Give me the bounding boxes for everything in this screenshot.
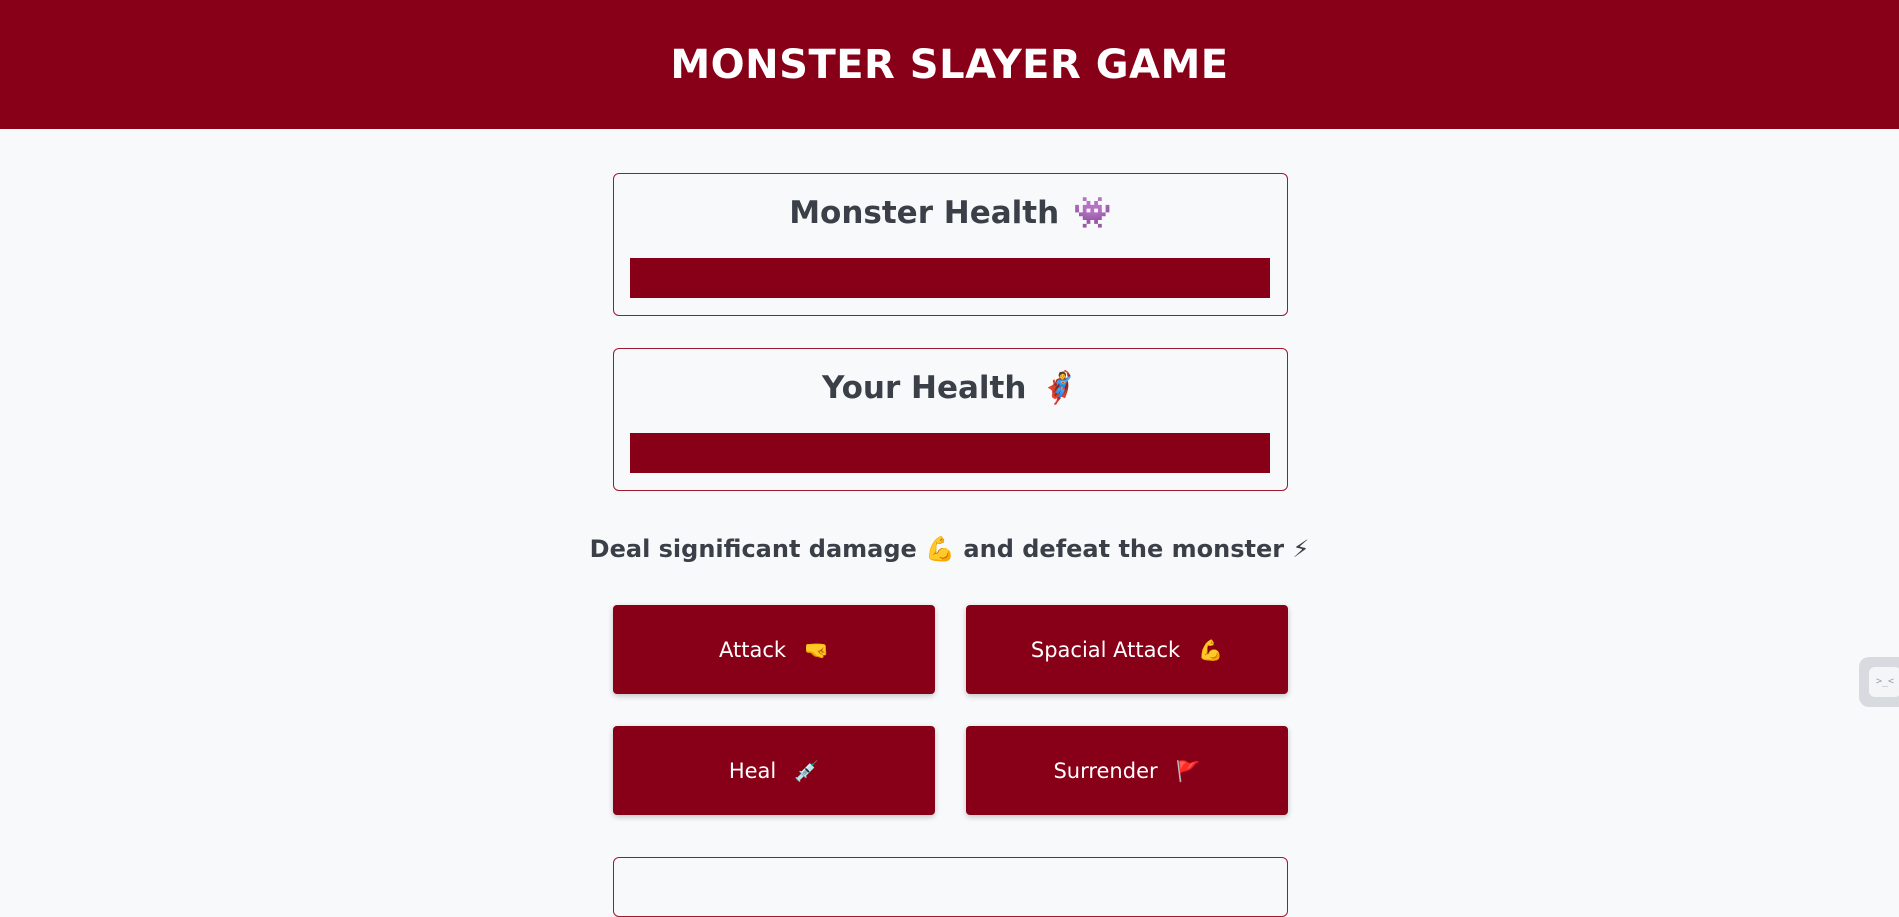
special-attack-button[interactable]: Spacial Attack 💪	[966, 605, 1288, 694]
terminal-icon: >_<	[1869, 667, 1899, 697]
floating-widget-button[interactable]: >_<	[1859, 657, 1899, 707]
monster-health-heading: Monster Health 👾	[614, 194, 1287, 231]
surrender-button[interactable]: Surrender 🚩	[966, 726, 1288, 815]
page-title: MONSTER SLAYER GAME	[670, 41, 1229, 88]
player-health-bar-fill	[630, 433, 1270, 473]
flag-icon: 🚩	[1175, 758, 1201, 783]
surrender-button-label: Surrender	[1053, 758, 1158, 783]
attack-button-label: Attack	[719, 637, 787, 662]
battle-log-panel	[613, 857, 1288, 917]
player-health-heading: Your Health 🦸	[614, 369, 1287, 406]
superhero-icon: 🦸	[1040, 370, 1080, 406]
monster-health-panel: Monster Health 👾	[613, 173, 1288, 316]
syringe-icon: 💉	[794, 758, 820, 783]
app-header: MONSTER SLAYER GAME	[0, 0, 1899, 129]
instruction-text-part-1: Deal significant damage	[589, 535, 917, 563]
player-health-label: Your Health	[821, 370, 1027, 406]
player-health-panel: Your Health 🦸	[613, 348, 1288, 491]
monster-health-bar	[630, 258, 1270, 298]
monster-health-label: Monster Health	[789, 195, 1060, 231]
instruction-text-part-2: and defeat the monster	[963, 535, 1285, 563]
monster-icon: 👾	[1073, 195, 1112, 231]
instruction-text: Deal significant damage 💪 and defeat the…	[0, 535, 1899, 563]
player-health-bar	[630, 433, 1270, 473]
attack-button[interactable]: Attack 🤜	[613, 605, 935, 694]
flexed-biceps-icon: 💪	[1198, 637, 1224, 662]
lightning-icon: ⚡	[1292, 535, 1310, 563]
heal-button[interactable]: Heal 💉	[613, 726, 935, 815]
special-attack-button-label: Spacial Attack	[1030, 637, 1181, 662]
flexed-biceps-icon: 💪	[925, 535, 956, 563]
heal-button-label: Heal	[728, 758, 777, 783]
monster-health-bar-fill	[630, 258, 1270, 298]
fist-icon: 🤜	[804, 637, 829, 662]
